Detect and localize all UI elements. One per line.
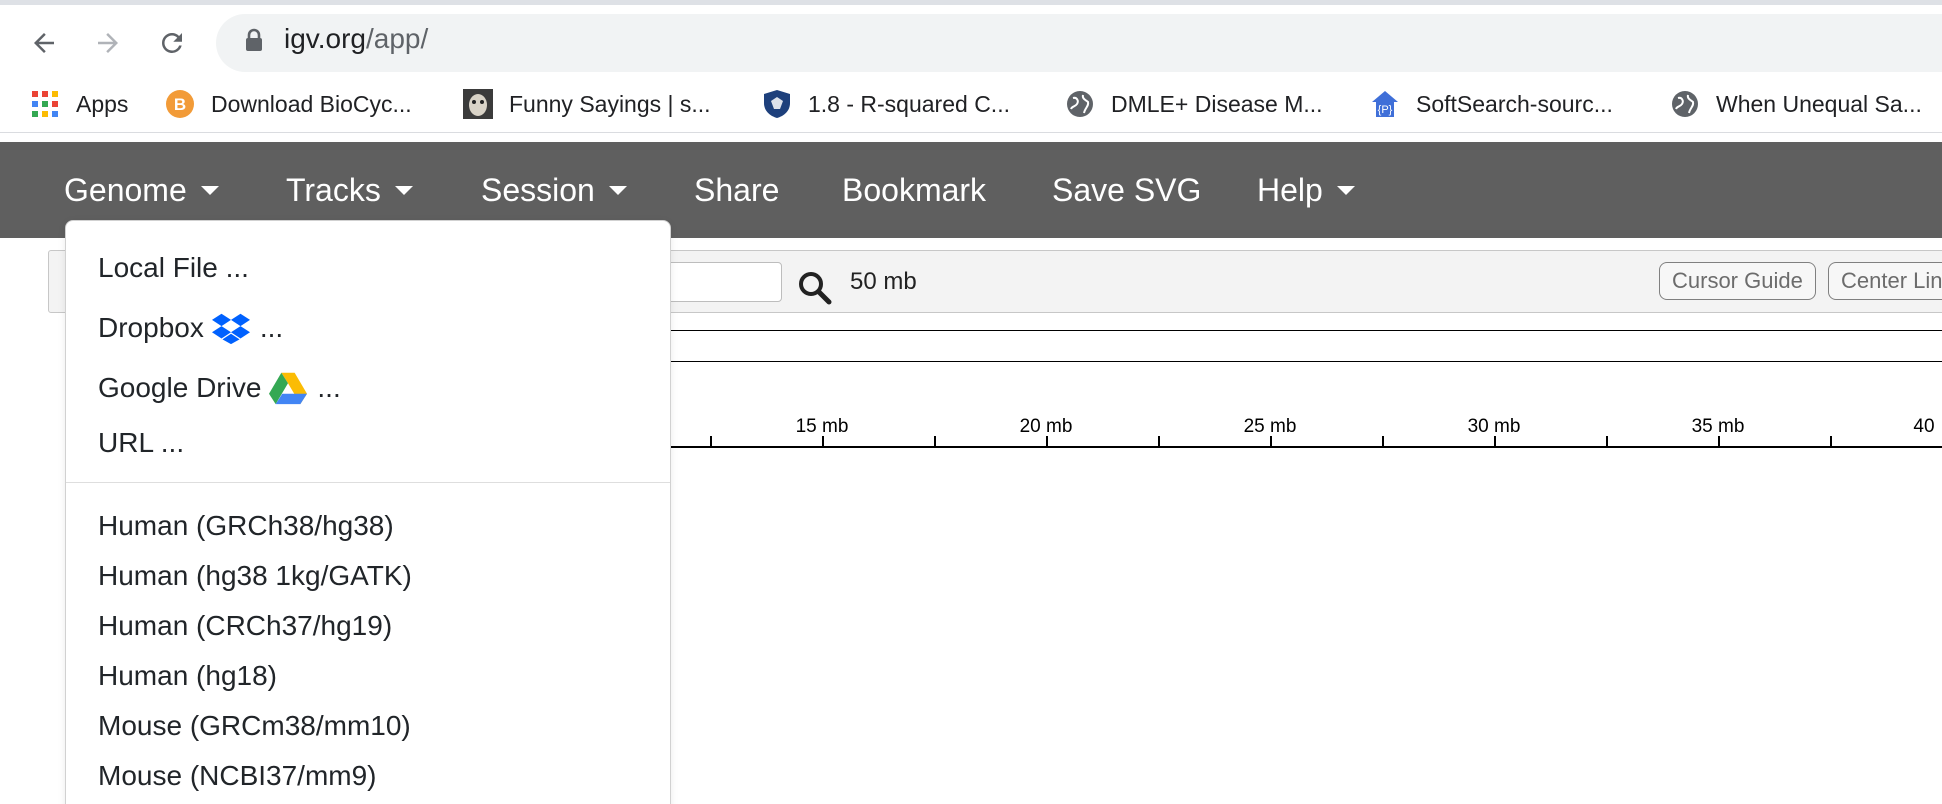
ruler-tick-label: 20 mb bbox=[1019, 416, 1073, 437]
caret-down-icon bbox=[200, 185, 219, 195]
menu-item-label: URL ... bbox=[98, 427, 185, 458]
menu-label: Genome bbox=[64, 171, 187, 208]
menu-item-genome[interactable]: Mouse (GRCm38/mm10) bbox=[98, 708, 411, 744]
url-host: igv.org bbox=[284, 23, 366, 54]
bookmark-biocyc[interactable]: B Download BioCyc... bbox=[165, 88, 412, 120]
ruler-minor-tick bbox=[934, 436, 936, 447]
ruler-minor-tick bbox=[1606, 436, 1608, 447]
menu-save-svg[interactable]: Save SVG bbox=[1052, 170, 1201, 210]
lock-icon bbox=[246, 28, 262, 51]
menu-item-url[interactable]: URL ... bbox=[98, 425, 184, 461]
menu-label: Help bbox=[1257, 171, 1323, 208]
google-drive-icon bbox=[269, 372, 308, 405]
bookmark-label: Funny Sayings | s... bbox=[509, 90, 711, 117]
menu-item-genome[interactable]: Human (GRCh38/hg38) bbox=[98, 508, 394, 544]
menu-label: Session bbox=[481, 171, 595, 208]
penn-state-shield-icon bbox=[764, 90, 790, 118]
forward-arrow-icon bbox=[98, 33, 118, 53]
menu-genome[interactable]: Genome bbox=[64, 170, 219, 210]
search-icon[interactable] bbox=[797, 270, 833, 306]
menu-label: Save SVG bbox=[1052, 171, 1202, 208]
reload-icon bbox=[162, 33, 182, 53]
menu-help[interactable]: Help bbox=[1257, 170, 1355, 210]
ruler-tick-label: 35 mb bbox=[1691, 416, 1745, 437]
biocyc-icon: B bbox=[166, 90, 194, 118]
bookmark-label: When Unequal Sa... bbox=[1716, 90, 1922, 117]
globe-icon bbox=[1067, 91, 1093, 117]
menu-item-label: Local File ... bbox=[98, 252, 249, 283]
caret-down-icon bbox=[608, 185, 627, 195]
ruler-tick-label: 40 bbox=[1913, 416, 1935, 437]
menu-label: Tracks bbox=[286, 171, 381, 208]
bookmarks-bar: Apps B Download BioCyc... Funny Sayings … bbox=[0, 75, 1942, 133]
menu-item-dropbox[interactable]: Dropbox ... bbox=[98, 310, 283, 346]
bookmark-label: 1.8 - R-squared C... bbox=[808, 90, 1010, 117]
menu-bookmark[interactable]: Bookmark bbox=[842, 170, 986, 210]
menu-label: Bookmark bbox=[842, 171, 987, 208]
svg-text:B: B bbox=[174, 95, 186, 114]
apps-grid-icon bbox=[32, 91, 58, 117]
bookmark-label: Apps bbox=[76, 90, 129, 117]
menu-item-label: Google Drive bbox=[98, 372, 262, 403]
address-bar[interactable] bbox=[216, 14, 1942, 72]
menu-item-genome[interactable]: Human (CRCh37/hg19) bbox=[98, 608, 392, 644]
menu-share[interactable]: Share bbox=[694, 170, 779, 210]
menu-item-google-drive[interactable]: Google Drive ... bbox=[98, 370, 341, 406]
reload-button[interactable] bbox=[152, 23, 192, 63]
window-size-label: 50 mb bbox=[850, 268, 917, 295]
funny-sayings-icon bbox=[463, 89, 493, 119]
forward-button[interactable] bbox=[88, 23, 128, 63]
ruler-tick-label: 25 mb bbox=[1243, 416, 1297, 437]
menu-item-genome[interactable]: Human (hg38 1kg/GATK) bbox=[98, 558, 412, 594]
bookmark-when-unequal[interactable]: When Unequal Sa... bbox=[1670, 88, 1922, 120]
menu-item-genome[interactable]: Human (hg18) bbox=[98, 658, 277, 694]
ruler-tick-label: 15 mb bbox=[795, 416, 849, 437]
ruler-minor-tick bbox=[1158, 436, 1160, 447]
ruler-minor-tick bbox=[1830, 436, 1832, 447]
menu-item-suffix: ... bbox=[259, 312, 284, 343]
chromosome-ideogram bbox=[660, 330, 1942, 362]
menu-item-label: Dropbox bbox=[98, 312, 204, 343]
bookmark-funny-sayings[interactable]: Funny Sayings | s... bbox=[463, 88, 711, 120]
svg-text:{P}: {P} bbox=[1378, 104, 1393, 116]
address-url[interactable]: igv.org/app/ bbox=[284, 22, 428, 56]
menu-label: Share bbox=[694, 171, 780, 208]
ruler-minor-tick bbox=[710, 436, 712, 447]
dropbox-icon bbox=[211, 313, 250, 345]
bookmark-label: Download BioCyc... bbox=[211, 90, 412, 117]
menu-session[interactable]: Session bbox=[481, 170, 627, 210]
menu-divider bbox=[66, 482, 670, 483]
ruler-minor-tick bbox=[1382, 436, 1384, 447]
bookmark-r-squared[interactable]: 1.8 - R-squared C... bbox=[762, 88, 1010, 120]
bookmark-softsearch[interactable]: {P} SoftSearch-sourc... bbox=[1370, 88, 1613, 120]
back-arrow-icon bbox=[34, 33, 54, 53]
center-line-button[interactable]: Center Lin bbox=[1828, 262, 1942, 300]
ruler-tick-label: 30 mb bbox=[1467, 416, 1521, 437]
ruler-axis bbox=[660, 446, 1942, 448]
back-button[interactable] bbox=[24, 23, 64, 63]
menu-tracks[interactable]: Tracks bbox=[286, 170, 413, 210]
menu-item-local-file[interactable]: Local File ... bbox=[98, 250, 249, 286]
caret-down-icon bbox=[1336, 185, 1355, 195]
cursor-guide-button[interactable]: Cursor Guide bbox=[1659, 262, 1816, 300]
bookmark-label: DMLE+ Disease M... bbox=[1111, 90, 1323, 117]
menu-item-suffix: ... bbox=[317, 372, 341, 403]
globe-icon bbox=[1672, 91, 1698, 117]
bookmark-dmle[interactable]: DMLE+ Disease M... bbox=[1065, 88, 1323, 120]
url-path: /app/ bbox=[365, 23, 429, 54]
menu-item-genome[interactable]: Mouse (NCBI37/mm9) bbox=[98, 758, 377, 794]
bookmark-label: SoftSearch-sourc... bbox=[1416, 90, 1613, 117]
house-p-icon: {P} bbox=[1372, 91, 1398, 117]
bookmark-apps[interactable]: Apps bbox=[30, 88, 128, 120]
caret-down-icon bbox=[394, 185, 413, 195]
